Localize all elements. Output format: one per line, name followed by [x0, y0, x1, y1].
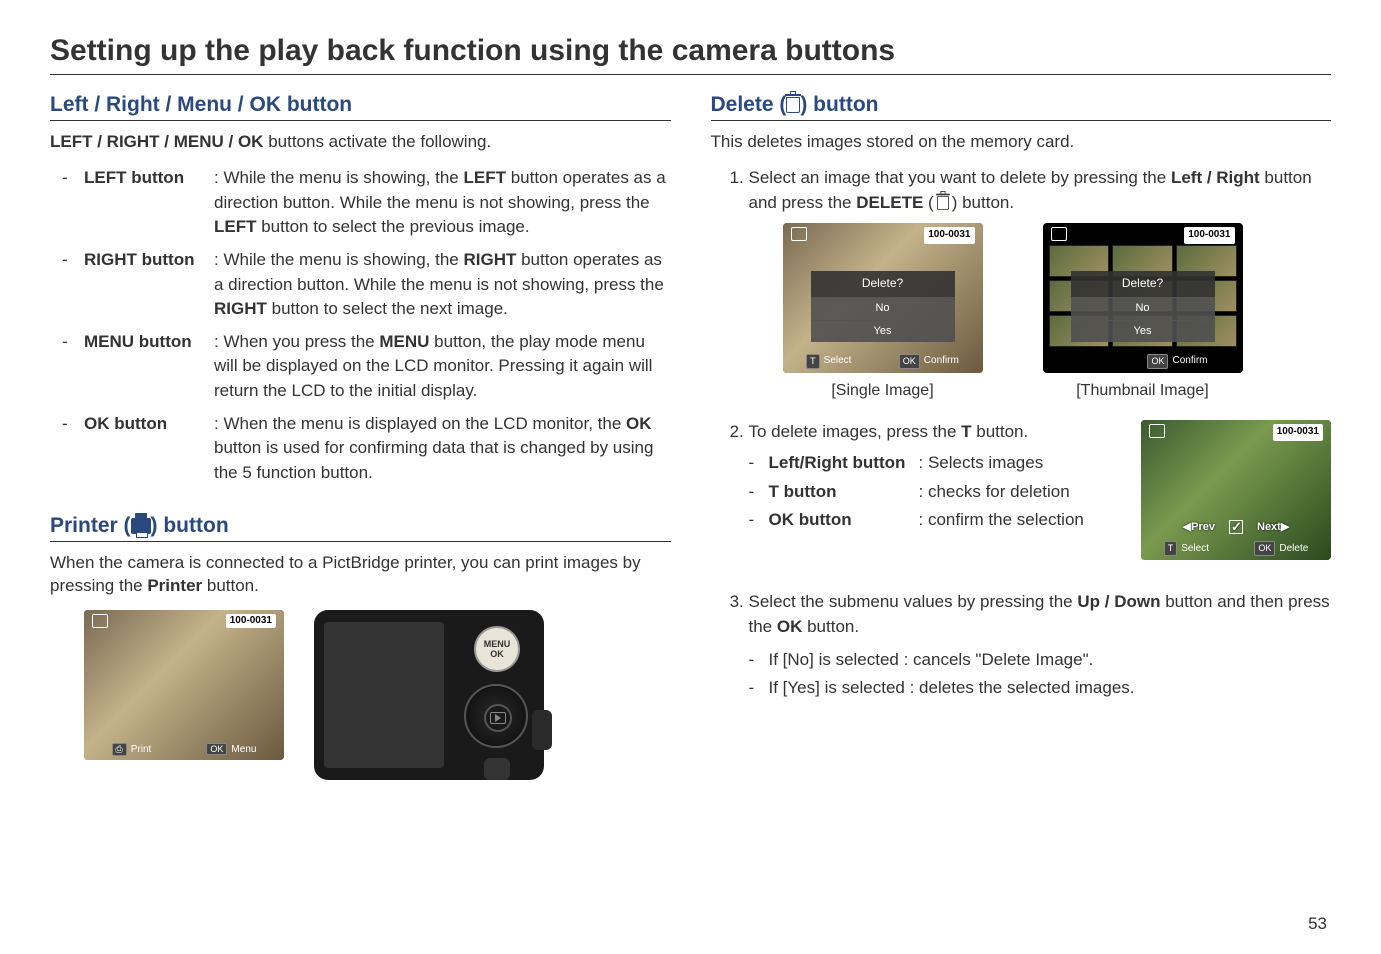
print-key-icon: ⎙: [112, 743, 127, 756]
lcd-preview-print: 100-0031 ⎙Print OKMenu: [84, 610, 284, 760]
ok-button-label: OK button: [84, 414, 167, 433]
step3-yes: If [Yes] is selected : deletes the selec…: [769, 676, 1332, 701]
printer-lead: When the camera is connected to a PictBr…: [50, 552, 671, 598]
camera-menu-ok-button: MENU OK: [474, 626, 520, 672]
camera-side-button: [532, 710, 552, 750]
ok-button-desc2: : confirm the selection: [919, 508, 1126, 533]
lrmok-lead: LEFT / RIGHT / MENU / OK LEFT / RIGHT / …: [50, 131, 671, 154]
trash-icon: [937, 196, 949, 210]
file-counter: 100-0031: [1273, 424, 1323, 441]
ok-key-icon: OK: [206, 743, 227, 755]
t-button-label: T button: [769, 482, 837, 501]
left-button-label: LEFT button: [84, 168, 184, 187]
section-rule: [711, 120, 1332, 121]
page-title: Setting up the play back function using …: [50, 34, 1331, 68]
mode-icon: [1051, 227, 1067, 241]
lrmok-list: LEFT button : While the menu is showing,…: [84, 166, 671, 486]
ok-key-icon: OK: [1147, 354, 1168, 369]
file-counter: 100-0031: [924, 227, 974, 244]
section-rule: [50, 120, 671, 121]
delete-step-1: Select an image that you want to delete …: [749, 166, 1332, 402]
section-delete-title: Delete () button: [711, 93, 1332, 117]
mode-icon: [791, 227, 807, 241]
printer-icon: [131, 518, 151, 534]
delete-lead: This deletes images stored on the memory…: [711, 131, 1332, 154]
file-counter: 100-0031: [1184, 227, 1234, 244]
lcd-bottombar: ⎙Print OKMenu: [84, 743, 284, 756]
lr-button-desc: : Selects images: [919, 451, 1126, 476]
section-rule: [50, 541, 671, 542]
mode-icon: [92, 614, 108, 628]
mode-icon: [1149, 424, 1165, 438]
menu-button-desc: : When you press the MENU button, the pl…: [214, 330, 671, 404]
play-icon: [490, 712, 506, 724]
title-rule: [50, 74, 1331, 75]
section-printer-title: Printer () button: [50, 514, 671, 538]
caption-single: [Single Image]: [783, 379, 983, 402]
file-counter: 100-0031: [226, 614, 276, 628]
delete-steps: Select an image that you want to delete …: [749, 166, 1332, 701]
ok-key-icon: OK: [1254, 541, 1275, 556]
left-button-desc: : While the menu is showing, the LEFT bu…: [214, 166, 671, 240]
right-button-label: RIGHT button: [84, 250, 194, 269]
t-button-desc: : checks for deletion: [919, 480, 1126, 505]
t-key-icon: T: [806, 354, 820, 369]
lcd-thumb-delete: 100-0031 Delete? No Yes OKConfirm: [1043, 223, 1243, 373]
ok-button-label2: OK button: [769, 510, 852, 529]
section-lrmok-title: Left / Right / Menu / OK button: [50, 93, 671, 117]
menu-button-label: MENU button: [84, 332, 192, 351]
delete-dialog: Delete? No Yes: [1071, 271, 1215, 342]
lr-button-label: Left/Right button: [769, 453, 906, 472]
caption-thumb: [Thumbnail Image]: [1043, 379, 1243, 402]
lcd-single-delete: 100-0031 Delete? No Yes TSelect OKConfir…: [783, 223, 983, 373]
camera-dpad: [464, 684, 528, 748]
delete-step-3: Select the submenu values by pressing th…: [749, 590, 1332, 701]
camera-fn-button: [484, 758, 510, 780]
camera-back-illustration: MENU OK: [314, 610, 544, 780]
ok-button-desc: : When the menu is displayed on the LCD …: [214, 412, 671, 486]
t-key-icon: T: [1164, 541, 1178, 556]
delete-step-2: 100-0031 ◀Prev Next▶ TSelect OKDelete: [749, 420, 1332, 560]
page-number: 53: [1308, 914, 1327, 934]
right-button-desc: : While the menu is showing, the RIGHT b…: [214, 248, 671, 322]
trash-icon: [786, 97, 800, 113]
ok-key-icon: OK: [899, 354, 920, 369]
step3-no: If [No] is selected : cancels "Delete Im…: [769, 648, 1332, 673]
delete-dialog: Delete? No Yes: [811, 271, 955, 342]
